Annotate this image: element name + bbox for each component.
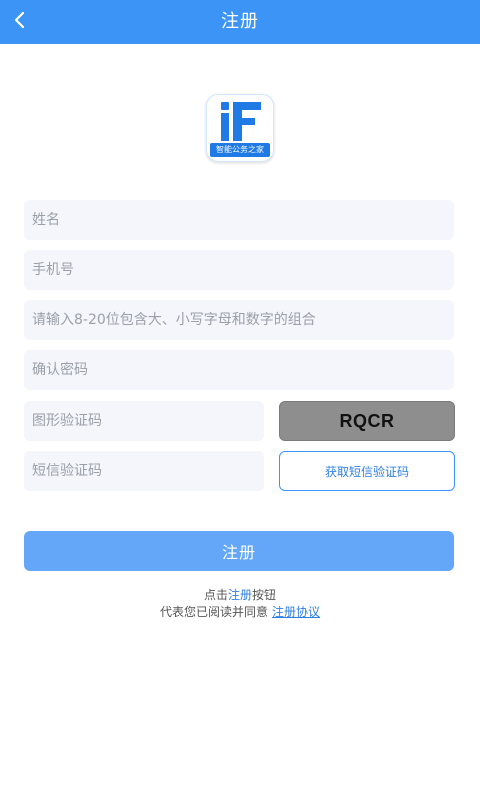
register-screen: 注册 智能公务之家 RQCR 获取短信验证码 注册 点击注册按钮 (0, 0, 480, 800)
agreement-line-2: 代表您已阅读并同意 注册协议 (0, 603, 480, 620)
logo-mark-icon (221, 102, 261, 141)
captcha-input[interactable] (32, 401, 256, 441)
sms-code-field-wrapper (24, 451, 264, 491)
agreement-text: 代表您已阅读并同意 (159, 605, 268, 619)
password-field-wrapper (24, 300, 454, 340)
agreement-text: 点击 (203, 588, 228, 602)
register-agreement-link[interactable]: 注册协议 (272, 605, 320, 619)
captcha-image[interactable]: RQCR (279, 401, 455, 441)
page-title: 注册 (221, 11, 259, 32)
captcha-field-wrapper (24, 401, 264, 441)
confirm-password-field-wrapper (24, 350, 454, 390)
name-field-wrapper (24, 200, 454, 240)
password-input[interactable] (32, 300, 446, 340)
agreement-text: 按钮 (252, 588, 277, 602)
register-link[interactable]: 注册 (228, 588, 252, 602)
confirm-password-input[interactable] (32, 350, 446, 390)
get-sms-code-button[interactable]: 获取短信验证码 (279, 451, 455, 491)
phone-field-wrapper (24, 250, 454, 290)
phone-input[interactable] (32, 250, 446, 290)
name-input[interactable] (32, 200, 446, 240)
app-logo: 智能公务之家 (206, 94, 274, 162)
agreement-line-1: 点击注册按钮 (0, 586, 480, 603)
logo-label: 智能公务之家 (210, 143, 270, 157)
sms-code-input[interactable] (32, 451, 256, 491)
register-button[interactable]: 注册 (24, 531, 454, 571)
header-bar: 注册 (0, 0, 480, 44)
